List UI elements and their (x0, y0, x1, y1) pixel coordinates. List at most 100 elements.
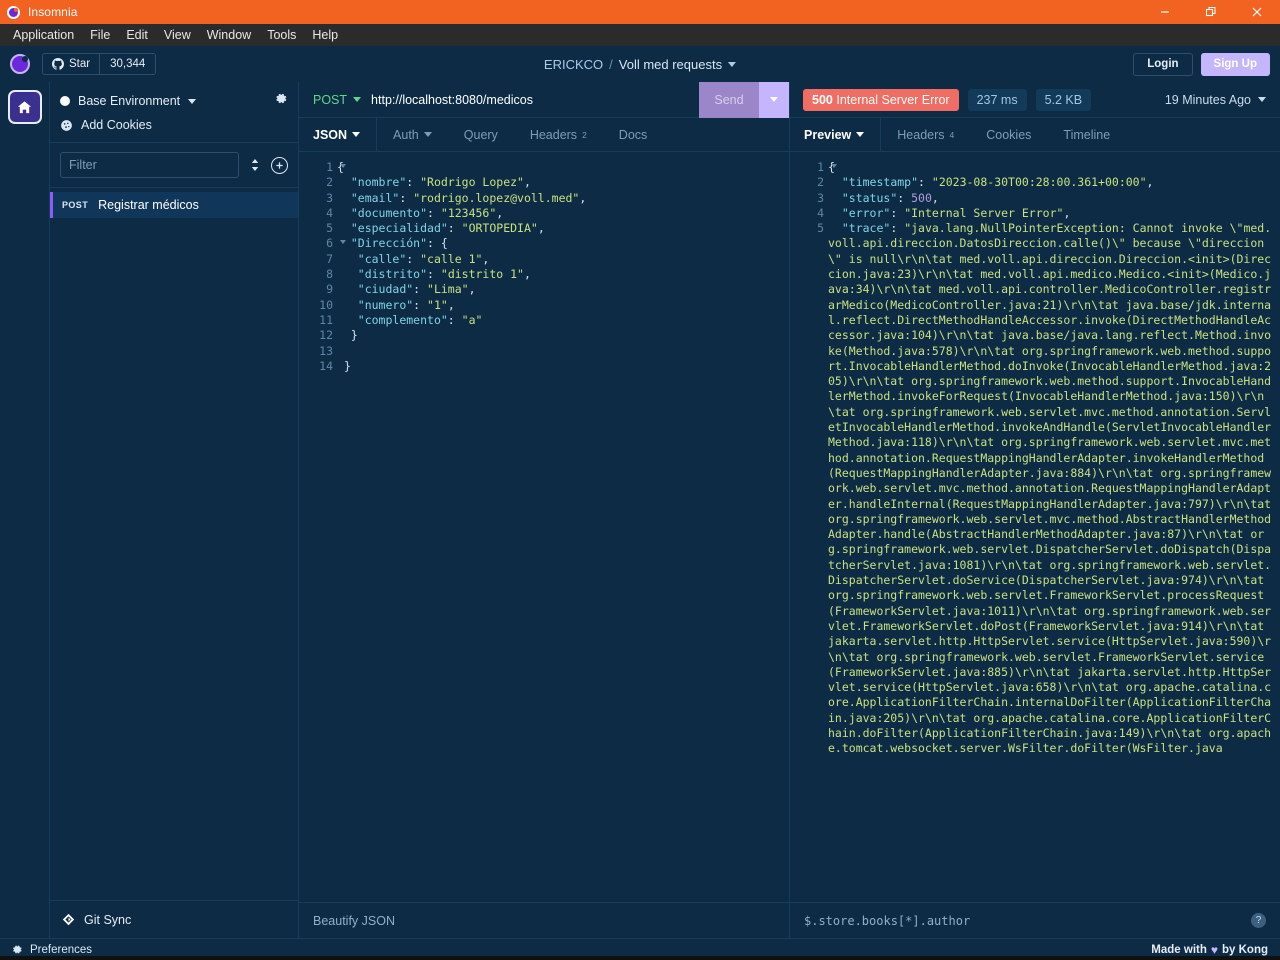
code-token: "error" (841, 205, 891, 220)
tab-headers[interactable]: Headers 2 (514, 118, 603, 151)
code-token: "calle 1" (420, 251, 483, 266)
request-body-editor[interactable]: 1 2 3 4 5 6 7 8 9 10 11 12 13 14 { "nombre": "Rodrigo… (299, 152, 789, 902)
chevron-down-icon[interactable] (856, 132, 865, 137)
beautify-json-button[interactable]: Beautify JSON (313, 914, 395, 928)
filter-input[interactable] (60, 152, 239, 178)
response-time: 237 ms (967, 88, 1027, 111)
home-icon (17, 100, 32, 113)
code-token: : { (427, 236, 448, 251)
menu-item-tools[interactable]: Tools (260, 26, 303, 45)
github-star-group[interactable]: Star 30,344 (42, 53, 157, 75)
tab-label: Auth (393, 127, 419, 142)
tab-timeline[interactable]: Timeline (1047, 118, 1126, 151)
code-token: : (890, 205, 905, 220)
tab-label: Headers (897, 127, 945, 142)
code-token: 500 (911, 190, 932, 205)
insomnia-app: Insomnia Application File Edit View Wind… (0, 0, 1280, 960)
tab-docs[interactable]: Docs (603, 118, 663, 151)
jsonpath-input[interactable] (804, 913, 1251, 928)
minimize-icon[interactable] (1142, 0, 1188, 24)
tab-query[interactable]: Query (448, 118, 514, 151)
fold-arrow-icon[interactable] (831, 164, 837, 168)
filter-block (50, 143, 298, 188)
code-token: : (897, 190, 912, 205)
code-token: : (918, 175, 932, 190)
chevron-down-icon[interactable] (352, 132, 361, 137)
url-input[interactable]: http://localhost:8080/medicos (371, 93, 699, 107)
fold-arrow-icon[interactable] (340, 240, 346, 245)
git-sync-button[interactable]: Git Sync (50, 900, 298, 938)
fold-arrow-icon[interactable] (340, 164, 346, 168)
menu-item-view[interactable]: View (157, 26, 198, 45)
list-item[interactable]: POST Registrar médicos (50, 192, 298, 218)
tab-cookies[interactable]: Cookies (970, 118, 1047, 151)
response-history-selector[interactable]: 19 Minutes Ago (1165, 93, 1266, 107)
os-taskbar (0, 956, 1280, 960)
request-body-code[interactable]: { "nombre": "Rodrigo Lopez", "email": "r… (337, 152, 789, 902)
response-body-viewer[interactable]: 12345 { "timestamp": "2023-08-30T00:28:0… (790, 152, 1280, 902)
login-button[interactable]: Login (1133, 52, 1193, 76)
code-token: "rodrigo.lopez@voll.med" (413, 190, 580, 205)
menu-bar: Application File Edit View Window Tools … (0, 24, 1280, 46)
tab-json[interactable]: JSON (299, 118, 378, 151)
line-number: 2 (326, 175, 333, 190)
home-button[interactable] (7, 90, 42, 124)
heart-icon: ♥ (1210, 942, 1218, 957)
menu-item-application[interactable]: Application (6, 26, 81, 45)
code-token: , (468, 282, 476, 297)
tab-badge: 4 (949, 129, 955, 140)
chevron-down-icon[interactable] (188, 98, 197, 104)
restore-icon[interactable] (1188, 0, 1234, 24)
menu-item-file[interactable]: File (83, 26, 117, 45)
request-list: POST Registrar médicos (50, 188, 298, 900)
sort-icon (251, 159, 259, 171)
chevron-down-icon[interactable] (1258, 97, 1266, 102)
menu-item-edit[interactable]: Edit (119, 26, 155, 45)
github-star-button[interactable]: Star (43, 54, 99, 74)
breadcrumb-project[interactable]: Voll med requests (619, 57, 722, 72)
preferences-button[interactable]: Preferences (12, 944, 92, 956)
tab-response-headers[interactable]: Headers 4 (881, 118, 970, 151)
send-options-button[interactable] (759, 81, 789, 118)
code-token: "especialidad" (350, 221, 448, 236)
response-pane: 500 Internal Server Error 237 ms 5.2 KB … (790, 82, 1280, 938)
environment-settings-button[interactable] (275, 92, 288, 110)
environment-selector[interactable]: Base Environment (60, 90, 288, 112)
line-number: 6 (299, 236, 346, 251)
help-icon[interactable]: ? (1251, 913, 1266, 928)
chevron-down-icon[interactable] (353, 97, 362, 102)
line-number: 7 (326, 251, 333, 266)
status-badge[interactable]: 500 Internal Server Error (803, 88, 959, 111)
tab-auth[interactable]: Auth (377, 118, 448, 151)
add-cookies-label: Add Cookies (81, 118, 152, 132)
tab-preview[interactable]: Preview (790, 118, 882, 151)
code-token: , (579, 190, 587, 205)
breadcrumb[interactable]: ERICKCO / Voll med requests (544, 57, 737, 72)
close-icon[interactable] (1234, 0, 1280, 24)
add-cookies-button[interactable]: Add Cookies (60, 114, 288, 136)
menu-item-window[interactable]: Window (200, 26, 258, 45)
code-token: , (496, 205, 504, 220)
chevron-down-icon[interactable] (423, 132, 432, 137)
sort-button[interactable] (249, 158, 261, 172)
sidebar: Base Environment Add Cookies Filter POST… (50, 82, 299, 938)
code-token: "trace" (841, 221, 891, 236)
chevron-down-icon[interactable] (728, 61, 737, 67)
code-token: : (447, 312, 462, 327)
method-selector[interactable]: POST (299, 93, 362, 107)
tab-label: Cookies (986, 127, 1032, 142)
response-body-code[interactable]: { "timestamp": "2023-08-30T00:28:00.361+… (828, 152, 1280, 902)
send-button[interactable]: Send (699, 81, 759, 118)
code-token: } (337, 358, 351, 373)
signup-button[interactable]: Sign Up (1200, 52, 1270, 76)
menu-item-help[interactable]: Help (305, 26, 345, 45)
account-actions: Login Sign Up (1133, 52, 1270, 76)
create-request-button[interactable] (271, 156, 288, 174)
insomnia-brand-icon[interactable] (10, 54, 30, 74)
code-token: : (447, 221, 462, 236)
code-token: "a" (461, 312, 483, 327)
breadcrumb-org[interactable]: ERICKCO (544, 57, 603, 72)
